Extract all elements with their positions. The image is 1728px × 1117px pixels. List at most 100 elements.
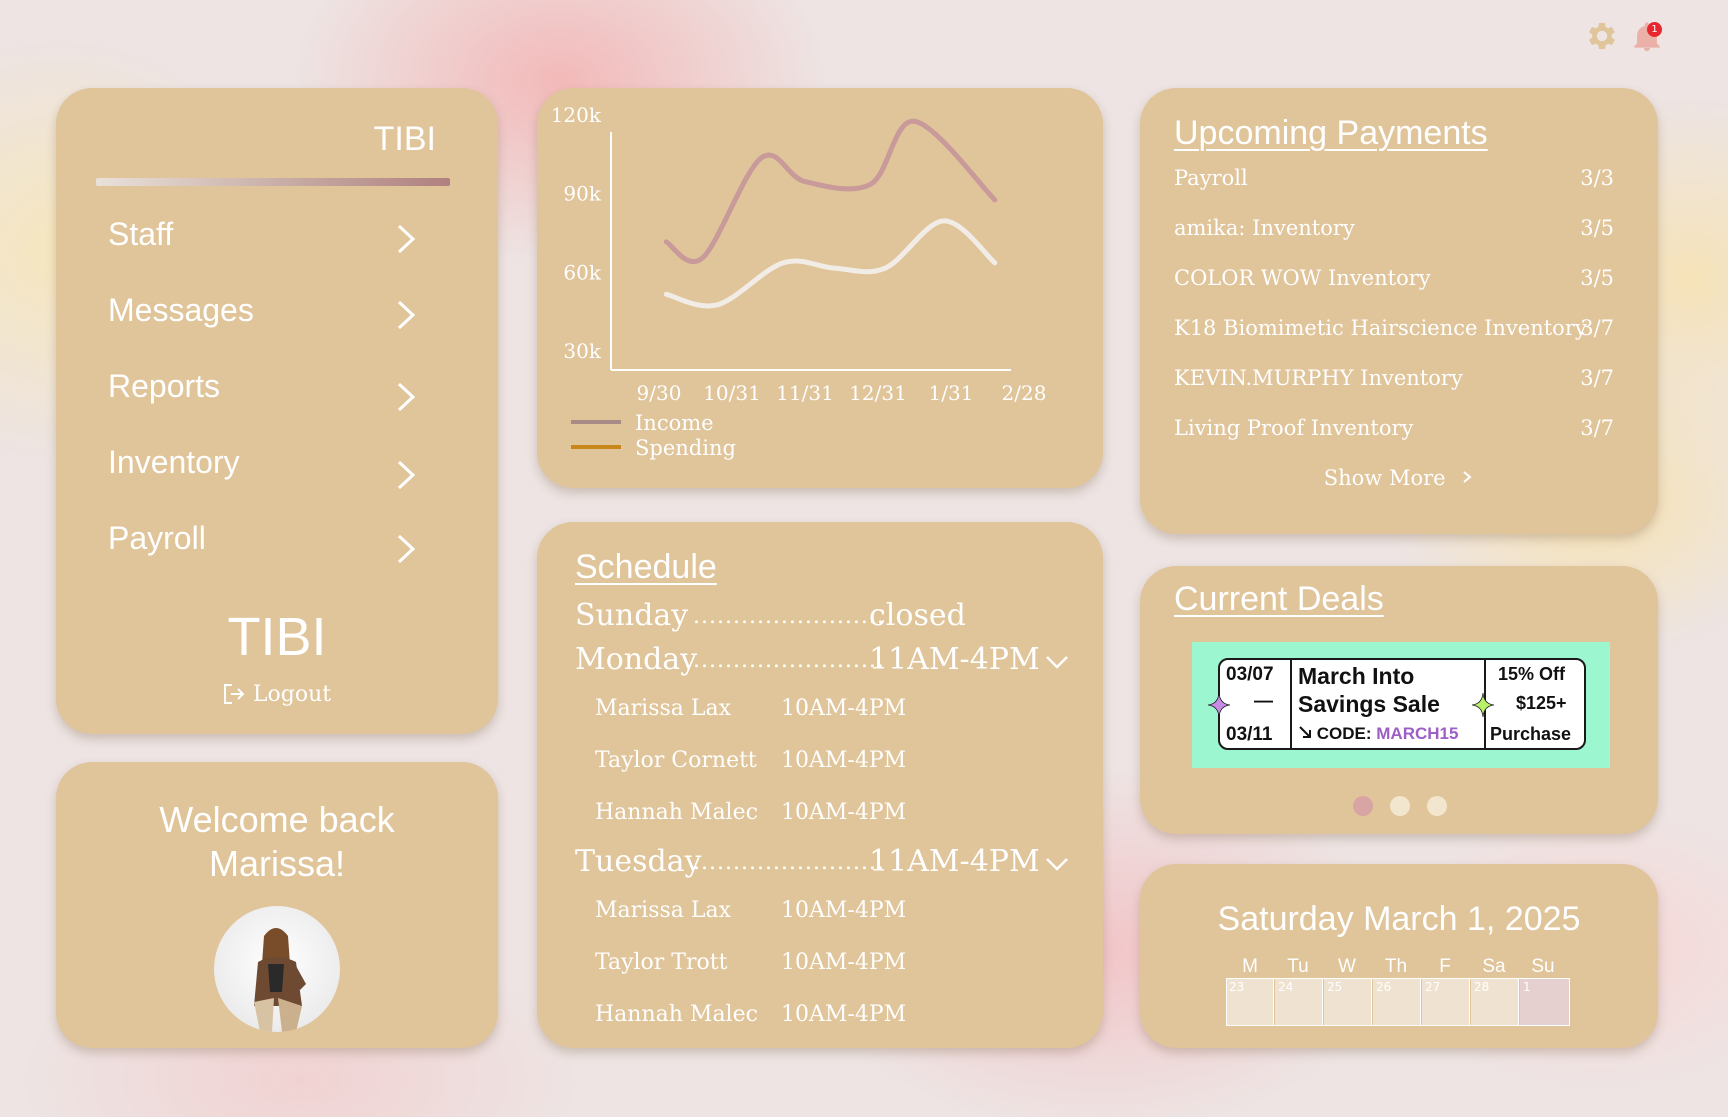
carousel-dot-active[interactable]: [1353, 796, 1373, 816]
day-name: Monday: [575, 642, 698, 677]
calendar-title: Saturday March 1, 2025: [1217, 900, 1581, 938]
notification-badge: 1: [1647, 22, 1662, 37]
x-tick-label: 1/31: [929, 381, 974, 405]
payment-name: Living Proof Inventory: [1174, 416, 1414, 440]
series-line-spending: [663, 218, 998, 309]
sparkle-icon: [1472, 693, 1494, 717]
day-number: 25: [1327, 980, 1343, 994]
logout-label: Logout: [252, 682, 332, 707]
day-dots: ........................: [693, 850, 885, 875]
nav-item-inventory[interactable]: Inventory: [108, 444, 448, 494]
welcome-line-2: Marissa!: [208, 843, 346, 884]
schedule-day-tuesday[interactable]: Tuesday ........................ 11AM-4P…: [575, 844, 1075, 884]
welcome-line-1: Welcome back: [159, 799, 395, 840]
nav-item-messages[interactable]: Messages: [108, 292, 448, 342]
deal-code-label: CODE:: [1316, 724, 1372, 743]
day-name: Sunday: [575, 598, 689, 633]
logout-button[interactable]: Logout: [56, 682, 498, 707]
calendar-day[interactable]: 26: [1373, 978, 1421, 1026]
arrow-down-right-icon: [1299, 726, 1311, 738]
day-number: 27: [1425, 980, 1441, 994]
weekday-label: M: [1242, 956, 1258, 977]
calendar-day[interactable]: 27: [1422, 978, 1470, 1026]
show-more-label: Show More: [1323, 466, 1446, 490]
x-tick-label: 9/30: [637, 381, 682, 405]
carousel-dot[interactable]: [1390, 796, 1410, 816]
deal-start-date: 03/07: [1226, 664, 1274, 685]
calendar-day[interactable]: 24: [1275, 978, 1323, 1026]
weekday-label: F: [1439, 956, 1451, 977]
current-deals-card: Current Deals 03/07 — 03/11 March Into S…: [1140, 566, 1658, 834]
chevron-down-icon[interactable]: [1045, 856, 1069, 872]
day-number: 24: [1278, 980, 1294, 994]
x-tick-label: 11/31: [776, 381, 834, 405]
logout-icon: [223, 684, 245, 704]
chevron-right-icon: [397, 300, 416, 330]
nav-item-label: Messages: [108, 292, 254, 328]
deal-ticket: 03/07 — 03/11 March Into Savings Sale CO…: [1218, 658, 1586, 750]
upcoming-payments-card: Upcoming Payments Payroll 3/3 amika: Inv…: [1140, 88, 1658, 534]
chevron-down-icon[interactable]: [1045, 654, 1069, 670]
day-hours: closed: [869, 598, 966, 633]
calendar-day-selected[interactable]: 1: [1520, 978, 1570, 1026]
chevron-right-icon: [1463, 471, 1472, 483]
deal-offer-line-2: $125+: [1516, 693, 1567, 713]
staff-hours: 10AM-4PM: [781, 800, 907, 825]
staff-name: Marissa Lax: [595, 898, 732, 923]
nav-item-reports[interactable]: Reports: [108, 368, 448, 418]
calendar-day[interactable]: 28: [1471, 978, 1519, 1026]
x-tick-label: 2/28: [1002, 381, 1047, 405]
y-tick-label: 60k: [563, 260, 601, 284]
day-hours: 11AM-4PM: [869, 844, 1040, 879]
day-dots: ........................: [693, 648, 885, 673]
avatar[interactable]: [214, 906, 340, 1032]
avatar-image: [254, 928, 306, 1032]
calendar-day[interactable]: 23: [1226, 978, 1274, 1026]
chevron-right-icon: [397, 460, 416, 490]
nav-item-label: Inventory: [108, 444, 240, 480]
deal-banner[interactable]: 03/07 — 03/11 March Into Savings Sale CO…: [1192, 642, 1610, 768]
payment-date: 3/7: [1580, 316, 1614, 340]
chevron-right-icon: [397, 224, 416, 254]
payment-name: amika: Inventory: [1174, 216, 1355, 240]
calendar-card: Saturday March 1, 2025 M Tu W Th F Sa Su…: [1140, 864, 1658, 1048]
staff-name: Marissa Lax: [595, 696, 732, 721]
deal-name-line-2: Savings Sale: [1298, 691, 1440, 717]
deal-code-row: CODE: MARCH15: [1298, 724, 1458, 744]
deal-end-date: 03/11: [1226, 724, 1273, 745]
schedule-day-monday[interactable]: Monday ........................ 11AM-4PM: [575, 642, 1075, 682]
deal-code: MARCH15: [1376, 724, 1459, 743]
gear-icon[interactable]: [1584, 18, 1620, 54]
payment-date: 3/5: [1580, 216, 1614, 240]
welcome-card: Welcome back Marissa!: [56, 762, 498, 1048]
deal-date-dash: —: [1254, 691, 1273, 712]
weekday-label: W: [1338, 956, 1356, 977]
line-chart: 30k 60k 90k 120k 9/30 10/31 11/31 12/31 1/31 2/28…: [551, 103, 1047, 460]
deals-title: Current Deals: [1174, 580, 1384, 618]
staff-hours: 10AM-4PM: [781, 748, 907, 773]
legend-label: Spending: [635, 436, 736, 460]
nav-item-staff[interactable]: Staff: [108, 216, 448, 266]
payment-date: 3/5: [1580, 266, 1614, 290]
payment-name: K18 Biomimetic Hairscience Inventory: [1174, 316, 1587, 340]
ticket-divider: [1290, 660, 1292, 748]
show-more-button[interactable]: Show More: [1140, 466, 1658, 490]
schedule-day-sunday: Sunday ........................ closed: [575, 598, 1075, 638]
carousel-dot[interactable]: [1427, 796, 1447, 816]
brand-name: TIBI: [227, 607, 327, 667]
weekday-label: Th: [1384, 956, 1408, 977]
staff-name: Hannah Malec: [595, 1002, 758, 1027]
income-spending-chart-card: 30k 60k 90k 120k 9/30 10/31 11/31 12/31 1/31 2/28…: [537, 88, 1103, 488]
weekday-label: Sa: [1482, 956, 1506, 977]
nav-item-label: Payroll: [108, 520, 206, 556]
deal-offer-line-3: Purchase: [1490, 724, 1572, 744]
staff-hours: 10AM-4PM: [781, 950, 907, 975]
nav-item-payroll[interactable]: Payroll: [108, 520, 448, 570]
day-dots: ........................: [693, 604, 885, 629]
payment-name: COLOR WOW Inventory: [1174, 266, 1431, 290]
calendar-day[interactable]: 25: [1324, 978, 1372, 1026]
day-number: 23: [1229, 980, 1245, 994]
day-hours: 11AM-4PM: [869, 642, 1040, 677]
series-line-income: [663, 118, 998, 264]
day-number: 1: [1523, 980, 1531, 994]
